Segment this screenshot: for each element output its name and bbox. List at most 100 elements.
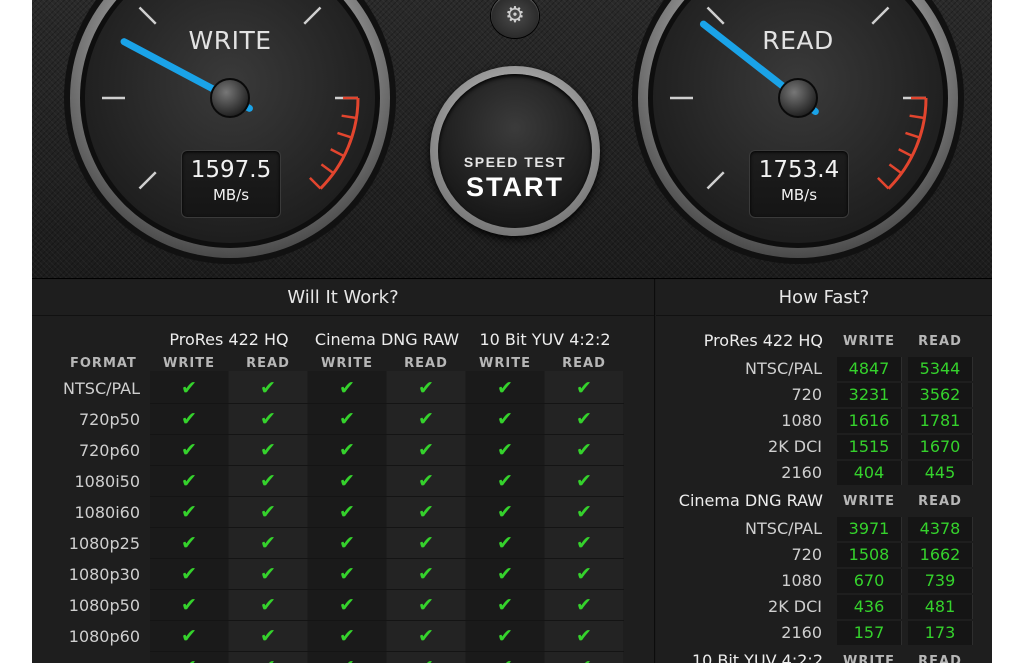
check-icon: ✔ (418, 532, 434, 554)
row-divider (150, 558, 624, 559)
resolution-label: 2160 (781, 623, 822, 642)
write-gauge-hub (210, 78, 250, 118)
how-fast-read-header: READ (918, 654, 962, 663)
check-icon: ✔ (260, 439, 276, 461)
check-icon: ✔ (576, 439, 592, 461)
check-icon: ✔ (260, 408, 276, 430)
check-icon: ✔ (576, 594, 592, 616)
check-icon: ✔ (260, 625, 276, 647)
resolution-label: 1080 (781, 411, 822, 430)
check-icon: ✔ (576, 470, 592, 492)
check-icon: ✔ (418, 439, 434, 461)
check-icon: ✔ (418, 563, 434, 585)
write-fps-value: 1515 (848, 437, 890, 456)
format-label: 1080p60 (68, 627, 140, 646)
check-icon: ✔ (497, 625, 513, 647)
how-fast-group-header: Cinema DNG RAW (678, 491, 823, 510)
read-gauge-hub (778, 78, 818, 118)
will-it-work-write-header: WRITE (321, 356, 373, 371)
will-it-work-read-header: READ (562, 356, 606, 371)
read-speed-value: 1753.4 (758, 157, 840, 183)
check-icon: ✔ (339, 408, 355, 430)
read-fps-value: 481 (924, 597, 956, 616)
check-icon: ✔ (181, 470, 197, 492)
resolution-label: NTSC/PAL (745, 519, 822, 538)
settings-button[interactable]: ⚙ (491, 0, 539, 38)
resolution-label: 2K DCI (768, 437, 822, 456)
how-fast-group-header: 10 Bit YUV 4:2:2 (691, 651, 823, 663)
write-fps-value: 3231 (848, 385, 890, 404)
write-fps-value: 436 (853, 597, 885, 616)
format-column-header: FORMAT (70, 356, 137, 371)
check-icon: ✔ (497, 439, 513, 461)
read-fps-value: 1670 (919, 437, 961, 456)
write-fps-value: 1616 (848, 411, 890, 430)
write-fps-value: 3971 (848, 519, 890, 538)
gauge-area: WRITE 1597.5 MB/s READ 1753.4 MB/s ⚙ SPE… (32, 0, 992, 279)
format-label: 1080p50 (68, 596, 140, 615)
check-icon: ✔ (260, 563, 276, 585)
will-it-work-write-header: WRITE (163, 356, 215, 371)
check-icon: ✔ (181, 408, 197, 430)
gear-icon: ⚙ (505, 3, 525, 28)
how-fast-read-header: READ (918, 494, 962, 509)
resolution-label: 720 (791, 385, 822, 404)
start-speed-test-button[interactable]: SPEED TEST START (438, 74, 592, 228)
check-icon: ✔ (339, 439, 355, 461)
will-it-work-read-header: READ (246, 356, 290, 371)
read-fps-value: 173 (924, 623, 956, 642)
how-fast-read-header: READ (918, 334, 962, 349)
check-icon: ✔ (260, 532, 276, 554)
write-fps-value: 404 (853, 463, 885, 482)
write-fps-value: 157 (853, 623, 885, 642)
check-icon: ✔ (418, 470, 434, 492)
read-fps-value: 4378 (919, 519, 961, 538)
write-fps-value: 1508 (848, 545, 890, 564)
check-icon: ✔ (181, 563, 197, 585)
format-label: 720p50 (78, 410, 140, 429)
row-divider (150, 465, 624, 466)
check-icon: ✔ (339, 377, 355, 399)
will-it-work-write-header: WRITE (479, 356, 531, 371)
write-speed-unit: MB/s (212, 186, 250, 204)
check-icon: ✔ (260, 594, 276, 616)
read-fps-value: 1662 (919, 545, 961, 564)
write-gauge-title: WRITE (188, 26, 272, 55)
check-icon: ✔ (181, 532, 197, 554)
check-icon: ✔ (260, 470, 276, 492)
format-label: 1080p30 (68, 565, 140, 584)
check-icon: ✔ (181, 594, 197, 616)
start-button-label: START (466, 172, 564, 202)
read-speed-unit: MB/s (780, 186, 818, 204)
write-fps-value: 4847 (848, 359, 890, 378)
write-speed-value: 1597.5 (190, 157, 272, 183)
check-icon: ✔ (308, 653, 386, 663)
check-icon: ✔ (339, 532, 355, 554)
will-it-work-read-header: READ (404, 356, 448, 371)
how-fast-title: How Fast? (656, 279, 992, 316)
check-icon: ✔ (418, 625, 434, 647)
read-fps-value: 3562 (919, 385, 961, 404)
format-label: 1080i50 (74, 472, 140, 491)
will-it-work-title: Will It Work? (32, 279, 654, 316)
will-it-work-group-header: 10 Bit YUV 4:2:2 (479, 330, 611, 349)
read-readout: 1753.4 MB/s (749, 150, 849, 218)
check-icon: ✔ (150, 653, 228, 663)
read-gauge-title: READ (762, 26, 834, 55)
read-fps-value: 445 (924, 463, 956, 482)
check-icon: ✔ (229, 653, 307, 663)
check-icon: ✔ (260, 501, 276, 523)
check-icon: ✔ (497, 470, 513, 492)
check-icon: ✔ (418, 594, 434, 616)
check-icon: ✔ (576, 532, 592, 554)
disk-speed-test-window: WRITE 1597.5 MB/s READ 1753.4 MB/s ⚙ SPE… (32, 0, 992, 663)
format-label: NTSC/PAL (63, 379, 140, 398)
how-fast-write-header: WRITE (843, 334, 895, 349)
row-divider (150, 496, 624, 497)
resolution-label: NTSC/PAL (745, 359, 822, 378)
row-divider (150, 527, 624, 528)
check-icon: ✔ (387, 653, 465, 663)
check-icon: ✔ (181, 377, 197, 399)
write-readout: 1597.5 MB/s (181, 150, 281, 218)
row-divider (150, 620, 624, 621)
